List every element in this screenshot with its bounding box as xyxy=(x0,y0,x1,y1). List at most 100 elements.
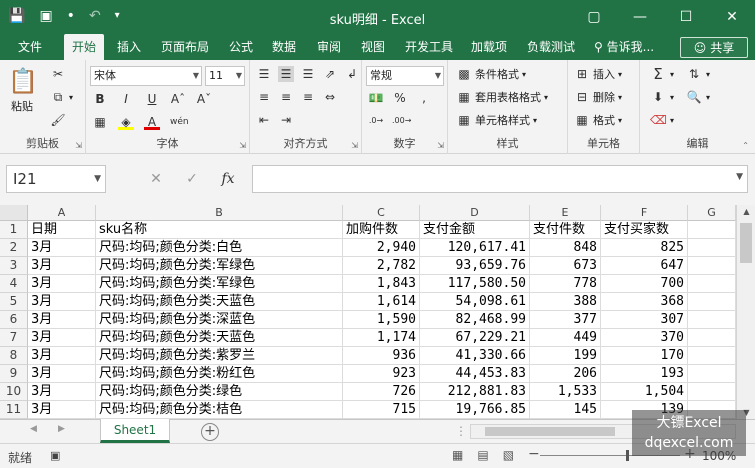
cell-b-4[interactable]: 尺码:均码;颜色分类:军绿色 xyxy=(96,275,343,293)
format-painter-button[interactable]: 🖌 xyxy=(50,112,66,128)
format-as-table-button[interactable]: ▦ 套用表格格式 ▾ xyxy=(456,89,548,105)
cell-e-7[interactable]: 449 xyxy=(530,329,601,347)
cell-e-10[interactable]: 1,533 xyxy=(530,383,601,401)
name-box[interactable]: I21 ▼ xyxy=(6,165,106,193)
comma-style-icon[interactable]: , xyxy=(416,90,432,106)
paste-button[interactable]: 📋 粘贴 xyxy=(8,66,38,114)
decrease-indent-icon[interactable]: ⇤ xyxy=(256,112,272,128)
cell-b-10[interactable]: 尺码:均码;颜色分类:绿色 xyxy=(96,383,343,401)
cell-e-4[interactable]: 778 xyxy=(530,275,601,293)
cell-d-3[interactable]: 93,659.76 xyxy=(420,257,530,275)
cell-e-5[interactable]: 388 xyxy=(530,293,601,311)
align-center-icon[interactable]: ≡ xyxy=(278,89,294,105)
cell-e-8[interactable]: 199 xyxy=(530,347,601,365)
cell-c-7[interactable]: 1,174 xyxy=(343,329,420,347)
row-header[interactable]: 2 xyxy=(0,239,28,257)
cell-e-6[interactable]: 377 xyxy=(530,311,601,329)
phonetic-icon[interactable]: wén xyxy=(170,114,189,130)
cell-c-9[interactable]: 923 xyxy=(343,365,420,383)
cell-b-1[interactable]: sku名称 xyxy=(96,221,343,239)
align-right-icon[interactable]: ≡ xyxy=(300,89,316,105)
cell-f-8[interactable]: 170 xyxy=(601,347,688,365)
sort-filter-icon[interactable]: ⇅ xyxy=(686,66,702,82)
cut-button[interactable]: ✂ xyxy=(50,66,66,82)
align-top-icon[interactable]: ☰ xyxy=(256,66,272,82)
worksheet-grid[interactable]: ABCDEFG 1 日期 sku名称 加购件数 支付金额 支付件数 支付买家数 2 3月 尺码:均… xyxy=(0,205,755,419)
prev-sheet-icon[interactable]: ◀ xyxy=(30,424,37,434)
dialog-launcher-icon[interactable]: ⇲ xyxy=(239,141,246,150)
cell-d-5[interactable]: 54,098.61 xyxy=(420,293,530,311)
close-icon[interactable]: ✕ xyxy=(709,0,755,34)
cell-a-6[interactable]: 3月 xyxy=(28,311,96,329)
row-header[interactable]: 9 xyxy=(0,365,28,383)
cell-f-6[interactable]: 307 xyxy=(601,311,688,329)
cell-c-2[interactable]: 2,940 xyxy=(343,239,420,257)
align-middle-icon[interactable]: ☰ xyxy=(278,66,294,82)
cell-g-5[interactable] xyxy=(688,293,736,311)
cell-c-3[interactable]: 2,782 xyxy=(343,257,420,275)
maximize-icon[interactable]: ☐ xyxy=(663,0,709,34)
cell-b-11[interactable]: 尺码:均码;颜色分类:桔色 xyxy=(96,401,343,419)
macro-record-icon[interactable]: ▣ xyxy=(50,449,60,462)
cell-c-11[interactable]: 715 xyxy=(343,401,420,419)
scroll-thumb[interactable] xyxy=(740,223,752,263)
cell-g-3[interactable] xyxy=(688,257,736,275)
formula-input[interactable]: ▼ xyxy=(252,165,748,193)
cell-a-1[interactable]: 日期 xyxy=(28,221,96,239)
cell-f-9[interactable]: 193 xyxy=(601,365,688,383)
tab-file[interactable]: 文件 xyxy=(18,34,42,60)
cell-e-3[interactable]: 673 xyxy=(530,257,601,275)
tab-data[interactable]: 数据 xyxy=(272,34,296,60)
cell-g-7[interactable] xyxy=(688,329,736,347)
cell-b-2[interactable]: 尺码:均码;颜色分类:白色 xyxy=(96,239,343,257)
cell-e-1[interactable]: 支付件数 xyxy=(530,221,601,239)
share-button[interactable]: ☺ 共享 xyxy=(680,37,748,58)
zoom-slider-knob[interactable] xyxy=(626,450,629,461)
autosum-button[interactable]: Σ ▾ ⇅ ▾ xyxy=(650,66,710,82)
cell-c-5[interactable]: 1,614 xyxy=(343,293,420,311)
cell-c-10[interactable]: 726 xyxy=(343,383,420,401)
row-header[interactable]: 4 xyxy=(0,275,28,293)
increase-decimal-icon[interactable]: .0→ xyxy=(368,113,384,129)
copy-button[interactable]: ⧉ ▾ xyxy=(50,89,73,105)
italic-icon[interactable]: I xyxy=(118,91,134,107)
align-left-icon[interactable]: ≡ xyxy=(256,89,272,105)
row-header[interactable]: 11 xyxy=(0,401,28,419)
tab-view[interactable]: 视图 xyxy=(361,34,385,60)
border-icon[interactable]: ▦ xyxy=(92,114,108,130)
column-header-c[interactable]: C xyxy=(343,205,420,221)
row-header[interactable]: 3 xyxy=(0,257,28,275)
cell-b-3[interactable]: 尺码:均码;颜色分类:军绿色 xyxy=(96,257,343,275)
add-sheet-icon[interactable]: + xyxy=(201,423,219,441)
bold-icon[interactable]: B xyxy=(92,91,108,107)
cell-g-8[interactable] xyxy=(688,347,736,365)
cell-d-6[interactable]: 82,468.99 xyxy=(420,311,530,329)
clear-button[interactable]: ⌫ ▾ xyxy=(650,112,674,128)
column-header-g[interactable]: G xyxy=(688,205,736,221)
insert-function-icon[interactable]: fx xyxy=(210,171,246,187)
cell-b-7[interactable]: 尺码:均码;颜色分类:天蓝色 xyxy=(96,329,343,347)
orientation-icon[interactable]: ⇗ xyxy=(322,66,338,82)
row-header[interactable]: 8 xyxy=(0,347,28,365)
tab-addins[interactable]: 加载项 xyxy=(471,34,507,60)
tab-formulas[interactable]: 公式 xyxy=(229,34,253,60)
cell-f-10[interactable]: 1,504 xyxy=(601,383,688,401)
row-header[interactable]: 1 xyxy=(0,221,28,239)
column-header-b[interactable]: B xyxy=(96,205,343,221)
insert-cells-button[interactable]: ⊞ 插入 ▾ xyxy=(574,66,622,82)
sheet-tab-sheet1[interactable]: Sheet1 xyxy=(100,419,170,443)
column-header-a[interactable]: A xyxy=(28,205,96,221)
next-sheet-icon[interactable]: ▶ xyxy=(58,424,65,434)
cell-a-2[interactable]: 3月 xyxy=(28,239,96,257)
tell-me-search[interactable]: ⚲ 告诉我... xyxy=(594,34,654,60)
cell-d-4[interactable]: 117,580.50 xyxy=(420,275,530,293)
vertical-scrollbar[interactable]: ▲ ▼ xyxy=(736,205,755,419)
tab-developer[interactable]: 开发工具 xyxy=(405,34,453,60)
minimize-icon[interactable]: — xyxy=(617,0,663,34)
row-header[interactable]: 7 xyxy=(0,329,28,347)
column-header-e[interactable]: E xyxy=(530,205,601,221)
dialog-launcher-icon[interactable]: ⇲ xyxy=(75,141,82,150)
cell-c-4[interactable]: 1,843 xyxy=(343,275,420,293)
font-size-select[interactable]: 11 ▼ xyxy=(205,66,245,86)
cell-d-8[interactable]: 41,330.66 xyxy=(420,347,530,365)
